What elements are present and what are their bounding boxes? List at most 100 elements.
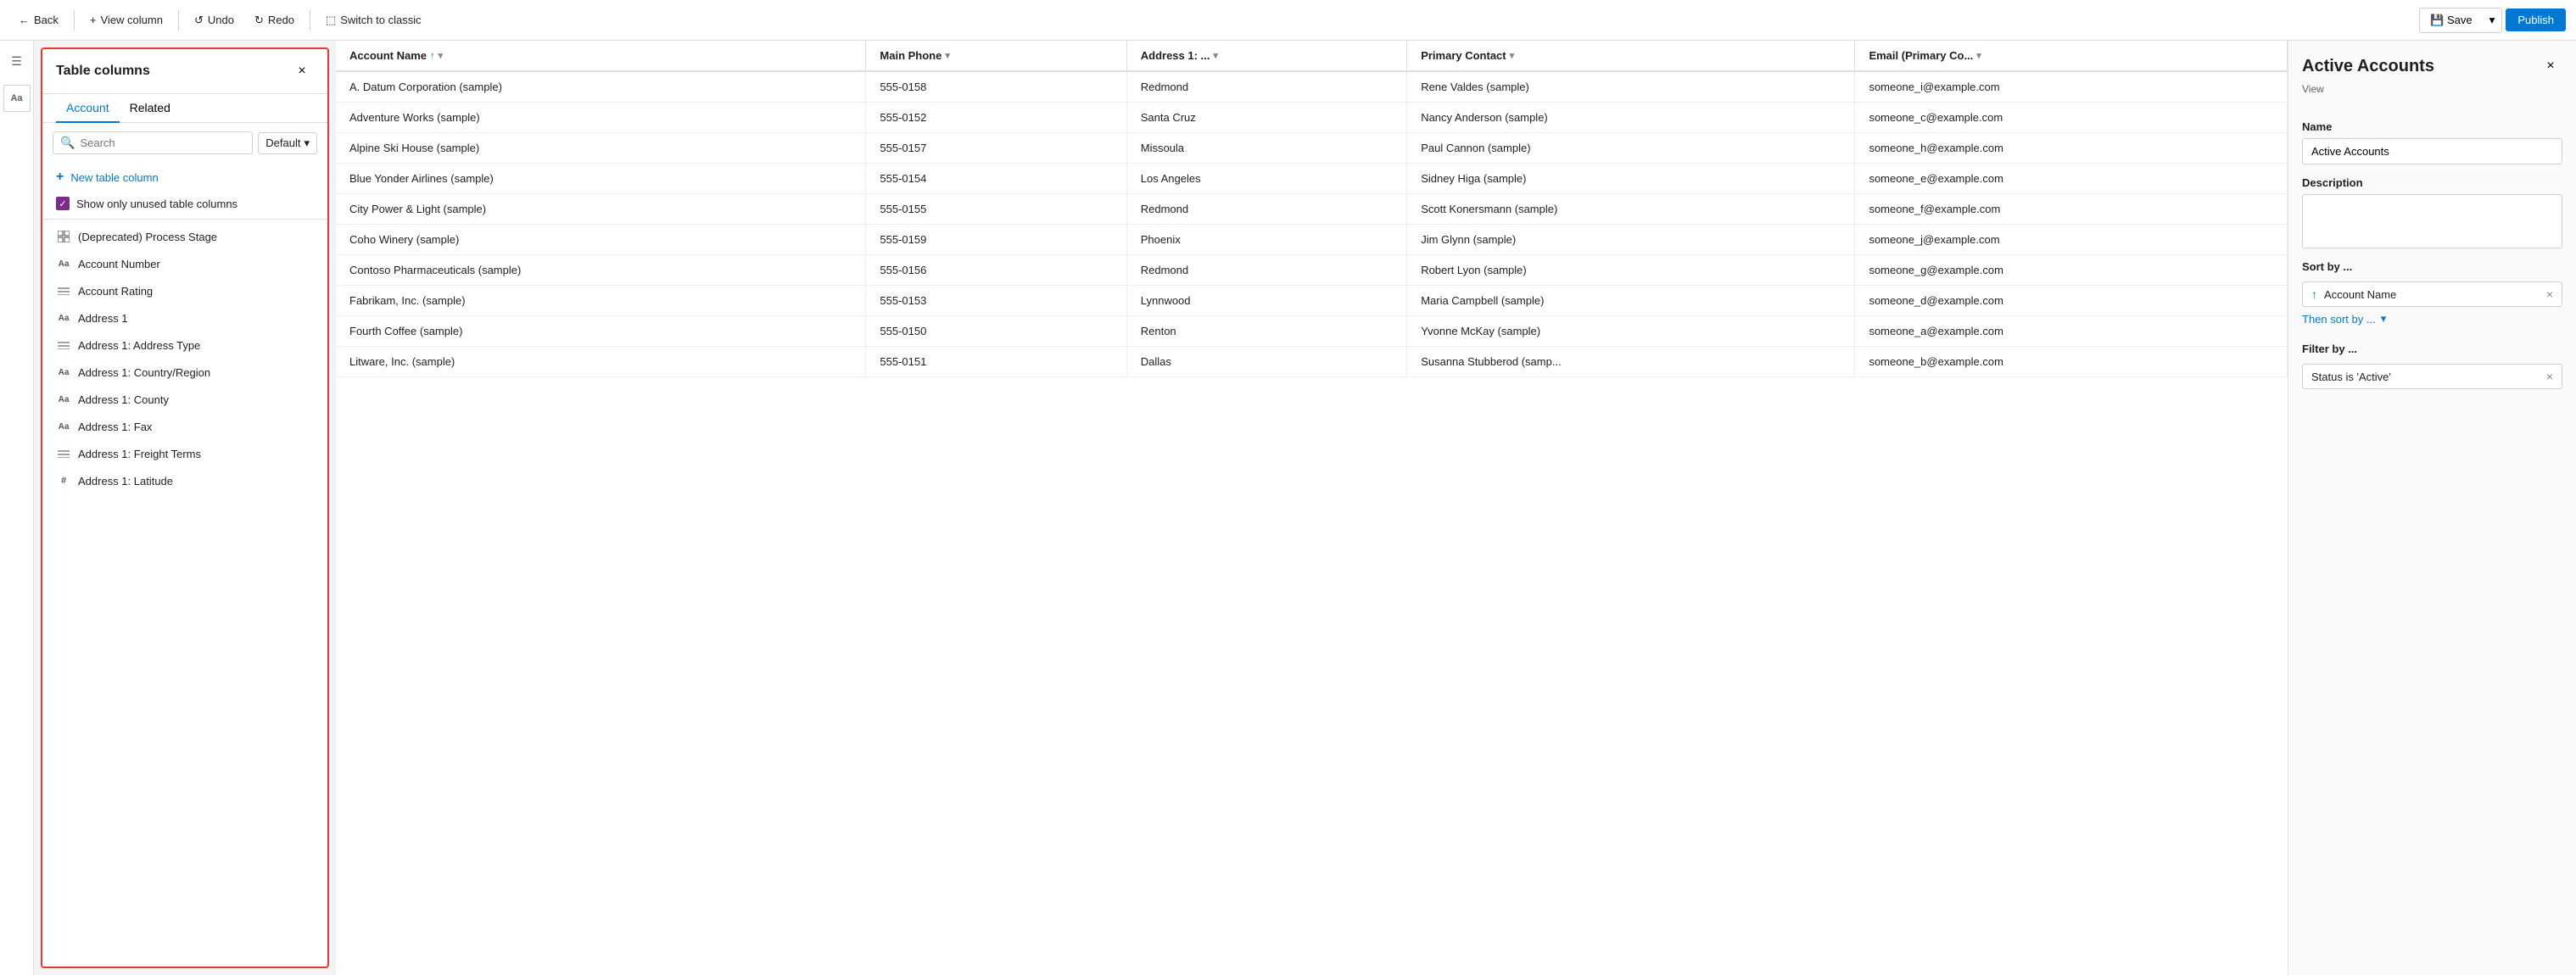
table-cell-email: someone_i@example.com	[1855, 71, 2288, 103]
table-row: Coho Winery (sample)555-0159PhoenixJim G…	[336, 225, 2288, 255]
accounts-table: Account Name ↑ ▾ Main Phone ▾	[336, 41, 2288, 377]
sort-direction-icon: ↑	[2311, 287, 2317, 301]
list-item[interactable]: Aa Address 1: Fax	[42, 413, 327, 440]
right-panel-title: Active Accounts	[2302, 57, 2434, 76]
table-cell-address: Missoula	[1126, 133, 1406, 164]
tab-account[interactable]: Account	[56, 94, 120, 123]
panel-close-button[interactable]: ×	[290, 59, 314, 83]
table-cell-address: Phoenix	[1126, 225, 1406, 255]
panel-search-row: 🔍 Default ▾	[42, 123, 327, 163]
filter-clear-button[interactable]: ×	[2546, 370, 2553, 383]
col-dropdown-icon: ▾	[439, 50, 444, 61]
undo-button[interactable]: ↺ Undo	[186, 10, 243, 31]
search-box: 🔍	[53, 131, 253, 154]
undo-icon: ↺	[194, 14, 204, 27]
description-textarea[interactable]	[2302, 194, 2562, 248]
chevron-down-icon: ▾	[2489, 14, 2495, 26]
table-cell-email: someone_e@example.com	[1855, 164, 2288, 194]
icon-strip: ☰ Aa	[0, 41, 34, 975]
main-layout: ☰ Aa Table columns × Account Related 🔍 D…	[0, 41, 2576, 975]
table-cell-email: someone_h@example.com	[1855, 133, 2288, 164]
col-account-name[interactable]: Account Name ↑ ▾	[336, 41, 866, 71]
table-row: Adventure Works (sample)555-0152Santa Cr…	[336, 103, 2288, 133]
name-input[interactable]	[2302, 138, 2562, 164]
table-cell-address: Redmond	[1126, 194, 1406, 225]
col-dropdown-icon: ▾	[1510, 50, 1515, 61]
data-table: Account Name ↑ ▾ Main Phone ▾	[336, 41, 2288, 975]
col-primary-contact[interactable]: Primary Contact ▾	[1407, 41, 1855, 71]
hamburger-icon[interactable]: ☰	[3, 47, 31, 75]
table-cell-email: someone_f@example.com	[1855, 194, 2288, 225]
back-icon: ←	[19, 14, 30, 26]
list-item[interactable]: Aa Address 1: County	[42, 386, 327, 413]
text-field-icon[interactable]: Aa	[3, 85, 31, 112]
save-main-button[interactable]: 💾 Save	[2420, 8, 2482, 32]
table-cell-email: someone_c@example.com	[1855, 103, 2288, 133]
table-cell-address: Dallas	[1126, 347, 1406, 377]
name-field-label: Name	[2302, 120, 2562, 133]
switch-to-classic-button[interactable]: ⬚ Switch to classic	[317, 10, 430, 31]
grid-icon	[56, 229, 71, 244]
tab-related[interactable]: Related	[120, 94, 181, 123]
panel-header: Table columns ×	[42, 49, 327, 94]
then-sort-row[interactable]: Then sort by ... ▾	[2302, 307, 2562, 331]
filter-by-label: Filter by ...	[2302, 343, 2562, 355]
table-cell-main_phone: 555-0158	[866, 71, 1126, 103]
table-cell-primary_contact: Sidney Higa (sample)	[1407, 164, 1855, 194]
default-dropdown[interactable]: Default ▾	[258, 132, 317, 154]
table-cell-primary_contact: Nancy Anderson (sample)	[1407, 103, 1855, 133]
then-sort-label: Then sort by ...	[2302, 313, 2376, 326]
publish-button[interactable]: Publish	[2506, 8, 2566, 31]
list-item[interactable]: Account Rating	[42, 277, 327, 304]
list-item[interactable]: Address 1: Address Type	[42, 332, 327, 359]
table-cell-primary_contact: Rene Valdes (sample)	[1407, 71, 1855, 103]
checkbox-row[interactable]: ✓ Show only unused table columns	[42, 192, 327, 220]
sort-by-label: Sort by ...	[2302, 260, 2562, 273]
choice-icon	[56, 337, 71, 353]
table-cell-address: Santa Cruz	[1126, 103, 1406, 133]
table-cell-main_phone: 555-0156	[866, 255, 1126, 286]
filter-row: Status is 'Active' ×	[2302, 364, 2562, 389]
right-panel-close-button[interactable]: ×	[2539, 54, 2562, 78]
back-button[interactable]: ← Back	[10, 10, 67, 30]
search-input[interactable]	[80, 136, 245, 149]
text-icon: Aa	[56, 310, 71, 326]
view-column-button[interactable]: + View column	[81, 10, 171, 30]
table-row: Litware, Inc. (sample)555-0151DallasSusa…	[336, 347, 2288, 377]
list-item[interactable]: Aa Account Number	[42, 250, 327, 277]
table-cell-main_phone: 555-0157	[866, 133, 1126, 164]
save-dropdown-button[interactable]: ▾	[2483, 8, 2502, 32]
col-main-phone[interactable]: Main Phone ▾	[866, 41, 1126, 71]
table-cell-account_name: Fourth Coffee (sample)	[336, 316, 866, 347]
list-item[interactable]: Aa Address 1	[42, 304, 327, 332]
list-item[interactable]: Aa Address 1: Country/Region	[42, 359, 327, 386]
list-item[interactable]: # Address 1: Latitude	[42, 467, 327, 494]
sort-asc-icon: ↑	[430, 51, 435, 61]
save-icon: 💾	[2430, 14, 2444, 26]
chevron-down-icon: ▾	[304, 136, 310, 150]
redo-button[interactable]: ↻ Redo	[246, 10, 303, 31]
right-panel: Active Accounts × View Name Description …	[2288, 41, 2576, 975]
col-email[interactable]: Email (Primary Co... ▾	[1855, 41, 2288, 71]
col-dropdown-icon: ▾	[945, 50, 950, 61]
table-row: Alpine Ski House (sample)555-0157Missoul…	[336, 133, 2288, 164]
table-cell-primary_contact: Jim Glynn (sample)	[1407, 225, 1855, 255]
table-cell-account_name: Litware, Inc. (sample)	[336, 347, 866, 377]
sort-row: ↑ Account Name ×	[2302, 281, 2562, 307]
col-address[interactable]: Address 1: ... ▾	[1126, 41, 1406, 71]
table-cell-main_phone: 555-0159	[866, 225, 1126, 255]
table-cell-address: Los Angeles	[1126, 164, 1406, 194]
table-header-row: Account Name ↑ ▾ Main Phone ▾	[336, 41, 2288, 71]
filter-value-text: Status is 'Active'	[2311, 370, 2540, 383]
table-row: Contoso Pharmaceuticals (sample)555-0156…	[336, 255, 2288, 286]
sort-clear-button[interactable]: ×	[2546, 287, 2553, 301]
table-cell-primary_contact: Scott Konersmann (sample)	[1407, 194, 1855, 225]
checkbox-icon: ✓	[56, 197, 70, 210]
table-cell-account_name: Fabrikam, Inc. (sample)	[336, 286, 866, 316]
table-cell-main_phone: 555-0154	[866, 164, 1126, 194]
new-column-button[interactable]: + New table column	[42, 163, 327, 192]
list-item[interactable]: Address 1: Freight Terms	[42, 440, 327, 467]
col-dropdown-icon: ▾	[1976, 50, 1981, 61]
table-cell-email: someone_j@example.com	[1855, 225, 2288, 255]
list-item[interactable]: (Deprecated) Process Stage	[42, 223, 327, 250]
